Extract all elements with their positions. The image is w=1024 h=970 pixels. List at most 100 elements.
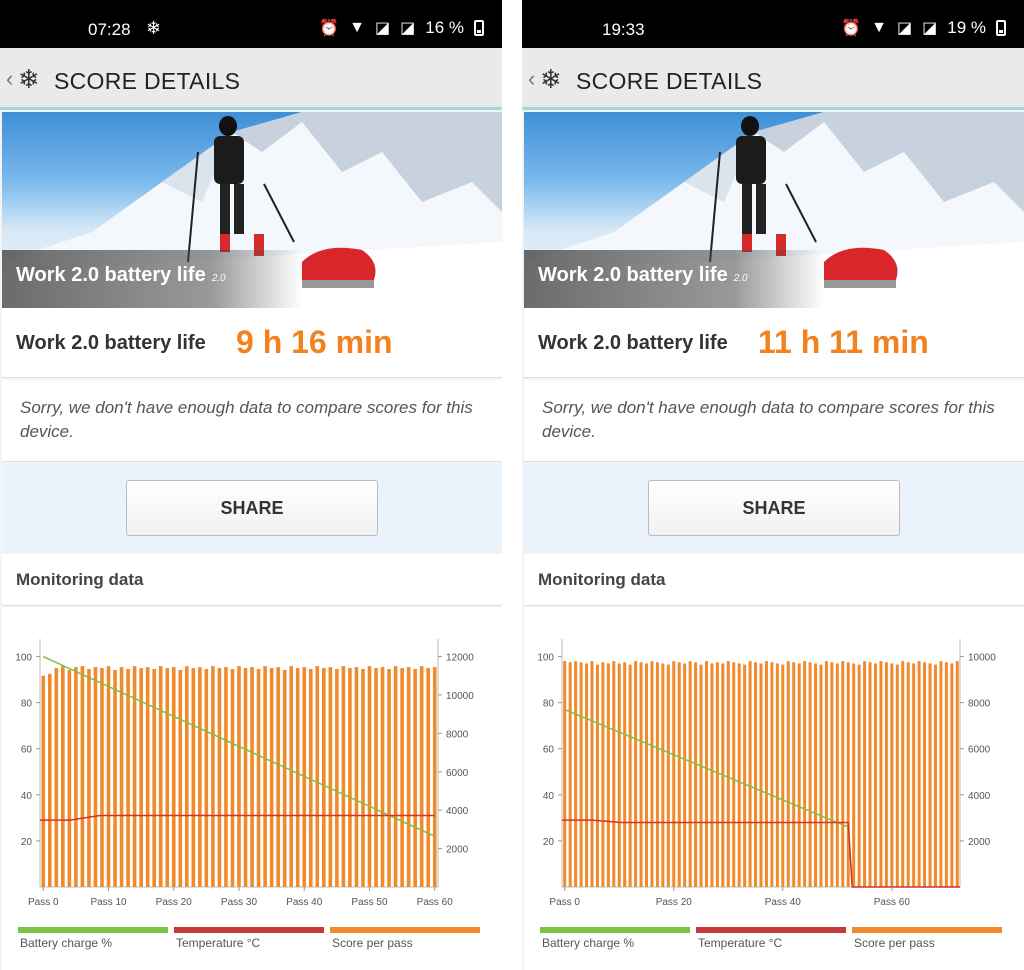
score-bar xyxy=(743,664,747,887)
x-tick-label: Pass 50 xyxy=(351,897,388,908)
score-bar xyxy=(413,669,417,887)
left-tick-label: 20 xyxy=(21,837,33,848)
legend-label: Temperature °C xyxy=(698,936,782,950)
monitoring-title: Monitoring data xyxy=(538,570,666,589)
left-tick-label: 80 xyxy=(21,699,33,710)
score-bar xyxy=(198,667,202,887)
right-tick-label: 8000 xyxy=(968,699,991,710)
score-bar xyxy=(694,662,698,887)
score-bar xyxy=(348,668,352,887)
status-bar: 19:33 ⏰ ▼ ◪ ◪ 19 % xyxy=(522,0,1024,48)
score-bar xyxy=(666,664,670,887)
legend-swatch xyxy=(330,927,480,933)
score-bar xyxy=(354,667,359,887)
score-bar xyxy=(191,668,196,887)
score-bar xyxy=(890,663,894,887)
clock: 07:28 xyxy=(88,20,131,39)
score-bar xyxy=(628,664,632,887)
back-chevron-icon[interactable]: ‹ xyxy=(528,66,535,92)
x-tick-label: Pass 60 xyxy=(874,897,911,908)
monitoring-chart: 100 80 60 40 20 10000 8000 6000 4000 2000 Pass 0 Pa… xyxy=(537,639,1002,950)
share-button[interactable]: SHARE xyxy=(648,480,900,536)
score-bar xyxy=(217,668,222,887)
right-tick-label: 10000 xyxy=(968,653,996,664)
score-bar xyxy=(263,666,267,887)
x-tick-label: Pass 60 xyxy=(417,897,454,908)
right-tick-label: 2000 xyxy=(446,845,469,856)
score-bar xyxy=(601,662,605,887)
no-signal-icon-2: ◪ xyxy=(922,20,938,37)
score-bar xyxy=(803,661,807,887)
score-bar xyxy=(361,669,365,887)
score-bar xyxy=(185,666,189,887)
hero-version: 2.0 xyxy=(211,273,226,284)
score-bar xyxy=(852,663,856,887)
share-button[interactable]: SHARE xyxy=(126,480,378,536)
score-bar xyxy=(419,666,424,887)
score-bar xyxy=(393,666,398,887)
left-tick-label: 40 xyxy=(543,791,555,802)
back-chevron-icon[interactable]: ‹ xyxy=(6,66,13,92)
right-tick-label: 6000 xyxy=(446,768,469,779)
legend-swatch xyxy=(852,927,1002,933)
score-bar xyxy=(939,661,943,887)
score-bar xyxy=(732,662,736,887)
panel-divider xyxy=(503,0,522,970)
score-bar xyxy=(661,663,665,887)
score-bar xyxy=(650,661,654,887)
result-label: Work 2.0 battery life xyxy=(538,332,728,354)
left-tick-label: 100 xyxy=(15,653,32,664)
score-bar xyxy=(126,669,130,887)
wifi-icon: ▼ xyxy=(349,19,365,36)
score-bar xyxy=(710,663,714,887)
app-bar: ‹ ❄ SCORE DETAILS xyxy=(522,48,1024,110)
compare-note-text: Sorry, we don't have enough data to comp… xyxy=(542,398,995,441)
score-bar xyxy=(748,661,752,887)
score-bar xyxy=(171,667,176,887)
result-value: 9 h 16 min xyxy=(236,324,393,360)
score-bar xyxy=(737,663,741,887)
hero-caption: Work 2.0 battery life 2.0 xyxy=(524,250,824,308)
share-section: SHARE xyxy=(524,463,1024,553)
score-bar xyxy=(563,661,567,887)
score-bar xyxy=(204,669,209,887)
score-bar xyxy=(655,662,659,887)
score-bar xyxy=(328,667,333,887)
score-bar xyxy=(282,669,287,887)
monitoring-header: Monitoring data xyxy=(2,554,502,606)
alarm-icon: ⏰ xyxy=(319,20,340,37)
score-bar xyxy=(879,661,883,887)
right-tick-label: 12000 xyxy=(446,653,474,664)
score-bar xyxy=(923,662,927,887)
compare-note-text: Sorry, we don't have enough data to comp… xyxy=(20,398,473,441)
score-bar xyxy=(764,661,768,887)
status-bar: 07:28 ❄ ⏰ ▼ ◪ ◪ 16 % xyxy=(0,0,502,48)
share-section: SHARE xyxy=(2,463,502,553)
left-tick-label: 100 xyxy=(537,653,554,664)
left-tick-label: 80 xyxy=(543,699,555,710)
hero-caption-text: Work 2.0 battery life xyxy=(538,264,728,286)
score-bar xyxy=(152,669,156,887)
score-bar xyxy=(590,661,594,887)
monitoring-chart-container: 100 80 60 40 20 12000 10000 8000 6000 4000 2000 Pas… xyxy=(2,607,502,970)
score-bar xyxy=(335,669,339,887)
right-tick-label: 4000 xyxy=(446,806,469,817)
x-tick-label: Pass 40 xyxy=(286,897,323,908)
legend-label: Score per pass xyxy=(854,936,935,950)
score-bar xyxy=(579,662,583,887)
score-bar xyxy=(639,662,643,887)
score-bar xyxy=(47,673,52,887)
result-row: Work 2.0 battery life 9 h 16 min xyxy=(2,308,502,378)
page-title: SCORE DETAILS xyxy=(54,68,241,94)
right-tick-label: 10000 xyxy=(446,691,474,702)
x-tick-label: Pass 20 xyxy=(656,897,693,908)
score-bar xyxy=(374,668,378,887)
hero-image: Work 2.0 battery life 2.0 xyxy=(524,112,1024,308)
score-bar xyxy=(400,668,404,887)
result-row: Work 2.0 battery life 11 h 11 min xyxy=(524,308,1024,378)
snowflake-logo-icon[interactable]: ❄ xyxy=(540,64,562,95)
score-bar xyxy=(106,666,111,887)
score-bar xyxy=(237,666,241,887)
x-tick-label: Pass 40 xyxy=(765,897,802,908)
snowflake-logo-icon[interactable]: ❄ xyxy=(18,64,40,95)
